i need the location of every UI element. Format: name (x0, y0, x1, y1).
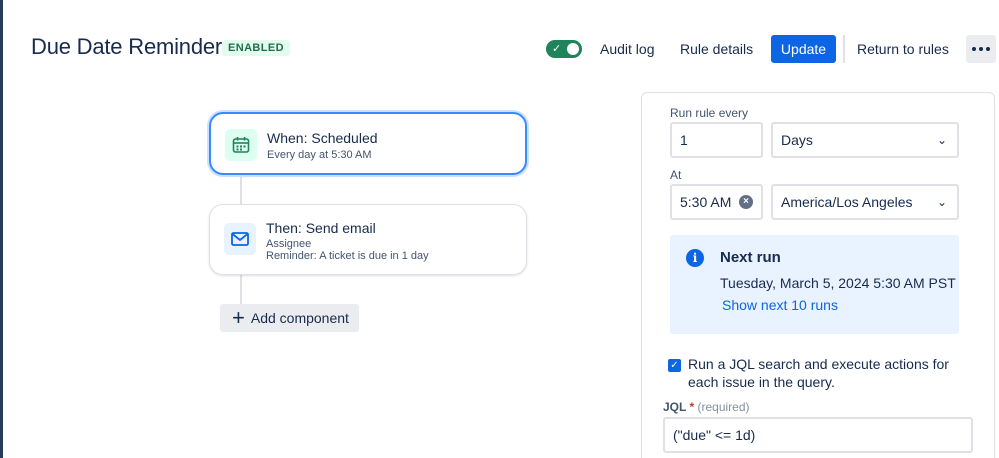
mail-icon (224, 223, 256, 255)
interval-input[interactable]: 1 (670, 122, 763, 158)
next-run-datetime: Tuesday, March 5, 2024 5:30 AM PST (720, 275, 956, 291)
flow-connector (240, 275, 242, 305)
rule-details-button[interactable]: Rule details (680, 35, 753, 63)
jql-label: JQL * (required) (663, 400, 750, 414)
timezone-value: America/Los Angeles (781, 194, 913, 210)
interval-value: 1 (680, 132, 688, 148)
interval-unit-select[interactable]: Days ⌄ (771, 122, 959, 158)
action-title: Then: Send email (266, 220, 376, 236)
action-recipient: Assignee (266, 238, 312, 250)
toggle-knob (567, 43, 579, 55)
more-dot-icon (972, 47, 976, 51)
rule-enabled-toggle[interactable]: ✓ (546, 40, 582, 58)
header-divider (843, 35, 845, 63)
calendar-icon (225, 129, 257, 161)
chevron-down-icon: ⌄ (936, 133, 947, 147)
clear-icon[interactable]: × (739, 195, 753, 209)
next-run-info: i Next run Tuesday, March 5, 2024 5:30 A… (670, 235, 959, 334)
page-title: Due Date Reminder (31, 34, 223, 59)
left-edge-border (0, 0, 3, 458)
timezone-select[interactable]: America/Los Angeles ⌄ (771, 184, 959, 220)
at-label: At (670, 168, 682, 182)
trigger-subtitle: Every day at 5:30 AM (267, 149, 372, 161)
action-card[interactable]: Then: Send email Assignee Reminder: A ti… (209, 204, 527, 275)
action-subject: Reminder: A ticket is due in 1 day (266, 250, 429, 262)
required-mark: * (689, 400, 695, 414)
update-button[interactable]: Update (771, 35, 836, 63)
add-component-button[interactable]: + Add component (220, 304, 359, 332)
check-icon: ✓ (552, 43, 562, 55)
show-next-runs-link[interactable]: Show next 10 runs (722, 297, 838, 313)
info-icon: i (686, 249, 704, 267)
return-to-rules-button[interactable]: Return to rules (857, 35, 949, 63)
jql-label-text: JQL (663, 400, 687, 414)
time-value: 5:30 AM (680, 194, 732, 210)
chevron-down-icon: ⌄ (936, 195, 947, 209)
status-badge: ENABLED (222, 40, 290, 56)
add-component-label: Add component (250, 310, 349, 326)
next-run-title: Next run (720, 249, 781, 266)
run-every-label: Run rule every (670, 106, 749, 120)
flow-connector (240, 175, 242, 205)
interval-unit-value: Days (781, 132, 813, 148)
more-dot-icon (986, 47, 990, 51)
more-dot-icon (979, 47, 983, 51)
trigger-card[interactable]: When: Scheduled Every day at 5:30 AM (209, 112, 527, 175)
jql-search-checkbox-label: Run a JQL search and execute actions for… (688, 356, 949, 390)
audit-log-button[interactable]: Audit log (600, 35, 654, 63)
time-input[interactable]: 5:30 AM × (670, 184, 763, 220)
more-actions-button[interactable] (966, 35, 996, 63)
jql-input[interactable]: ("due" <= 1d) (663, 417, 973, 453)
trigger-title: When: Scheduled (267, 130, 378, 146)
jql-search-checkbox[interactable]: ✓ (668, 359, 681, 372)
jql-value: ("due" <= 1d) (673, 427, 756, 443)
plus-icon: + (232, 305, 245, 330)
trigger-config-panel: Run rule every 1 Days ⌄ At 5:30 AM × Ame… (641, 92, 995, 458)
required-hint: (required) (697, 400, 750, 414)
